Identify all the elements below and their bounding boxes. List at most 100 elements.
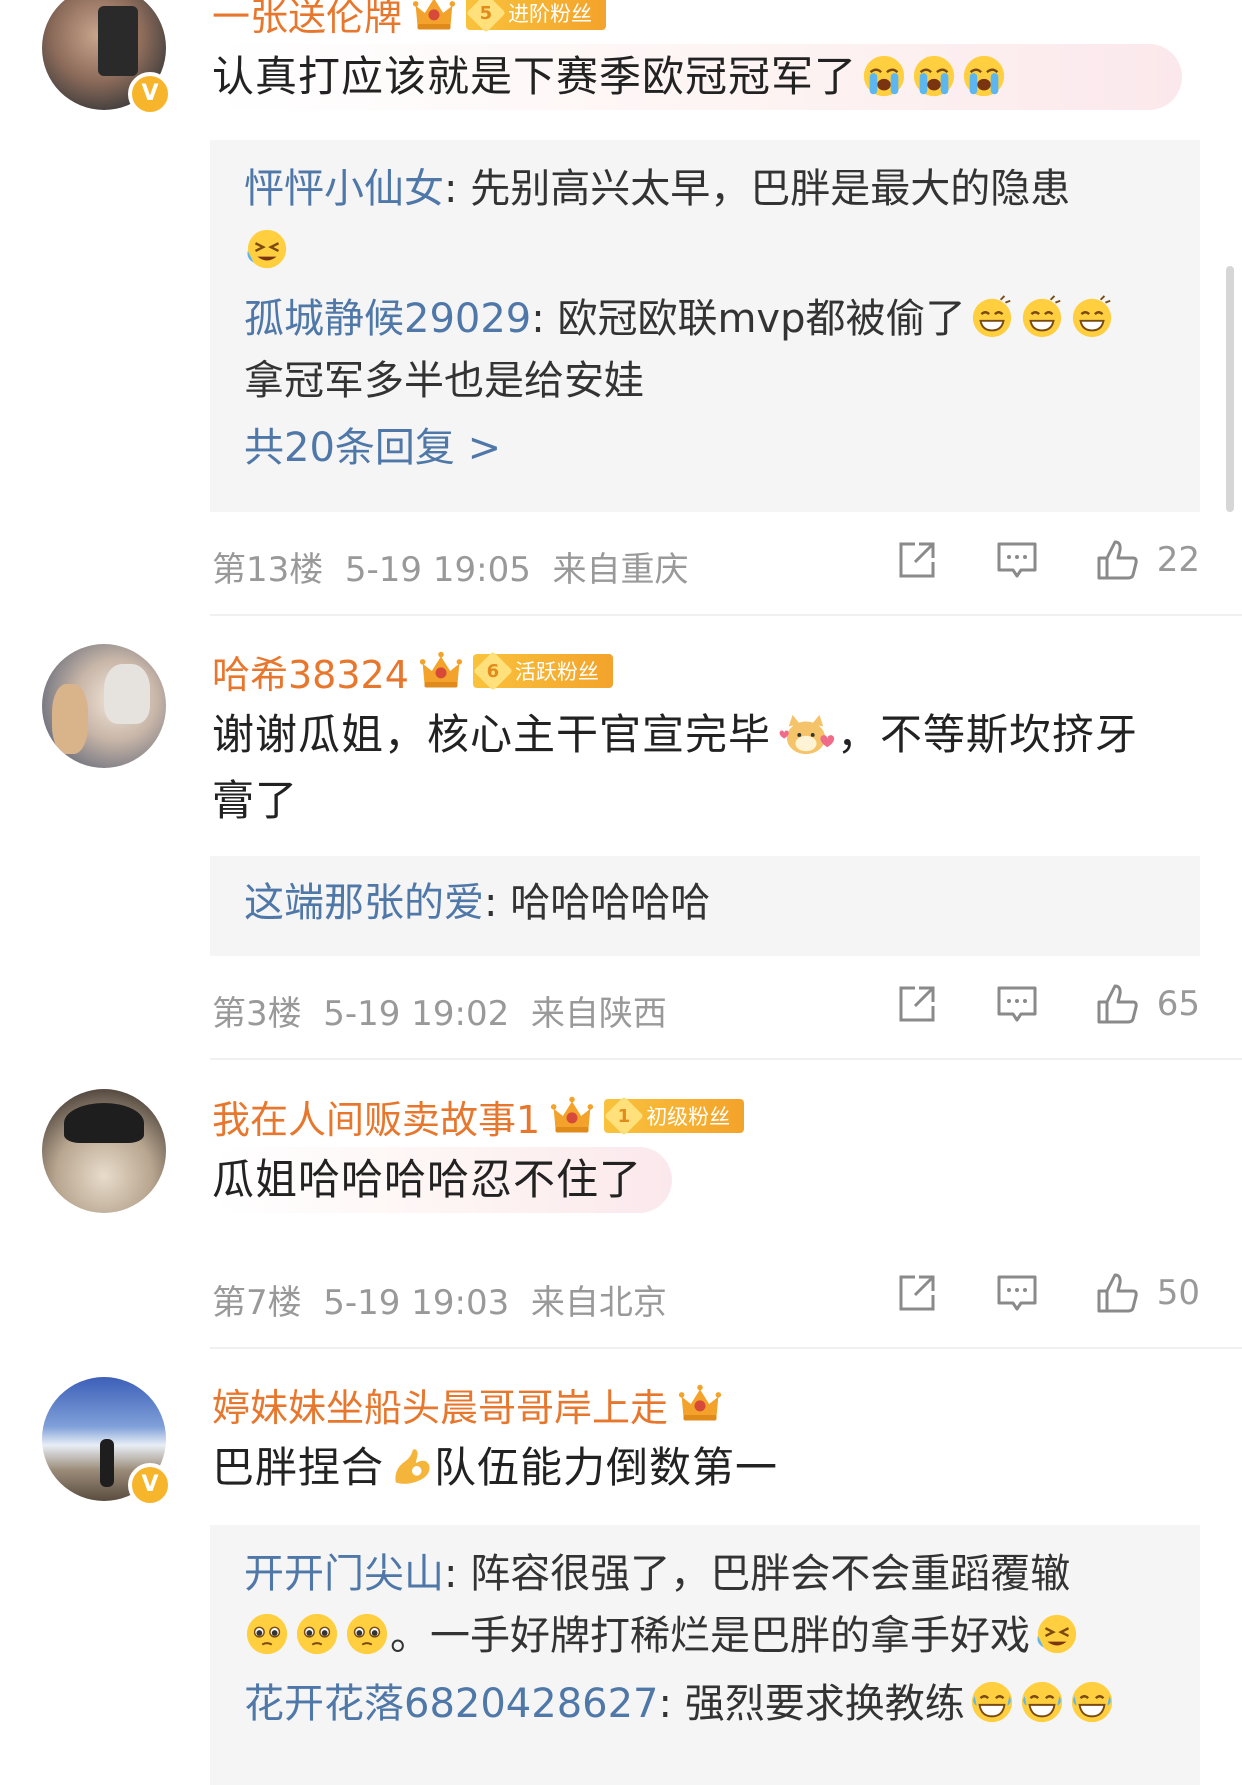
view-all-replies-link[interactable]: 共20条回复 > [244, 418, 1168, 478]
comment-icon[interactable] [995, 982, 1039, 1026]
reply-text: 拿冠军多半也是给安娃 [244, 358, 644, 404]
comment-1: V 一张送伦牌 5 进阶粉丝 认真打应该就是下赛季欧冠冠军了 怦怦小仙女: 先别… [0, 0, 1242, 620]
name-row: 我在人间贩卖故事1 1 初级粉丝 [212, 1089, 745, 1144]
like-icon[interactable] [1095, 538, 1139, 582]
comment-text: 瓜姐哈哈哈哈忍不住了 [212, 1147, 673, 1213]
pleading-emoji [294, 1611, 340, 1657]
reply-username[interactable]: 怦怦小仙女 [244, 166, 444, 212]
avatar[interactable] [42, 1089, 166, 1213]
comment-3: 我在人间贩卖故事1 1 初级粉丝 瓜姐哈哈哈哈忍不住了 第7楼 5-19 19:… [0, 1065, 1242, 1353]
timestamp: 5-19 19:03 [323, 1283, 510, 1323]
crown-icon [412, 0, 456, 35]
reply-item: 孤城静候29029: 欧冠欧联mvp都被偷了 拿冠军多半也是给安娃 [244, 288, 1168, 412]
username[interactable]: 哈希38324 [212, 644, 409, 699]
timestamp: 5-19 19:02 [323, 994, 510, 1034]
grin-emoji [1019, 294, 1065, 340]
comment-text: 巴胖捏合 队伍能力倒数第一 [212, 1443, 779, 1492]
fan-badge[interactable]: 5 进阶粉丝 [466, 0, 607, 33]
reply-text: 先别高兴太早，巴胖是最大的隐患 [470, 166, 1071, 212]
divider [210, 1058, 1242, 1060]
reply-item: 这端那张的爱: 哈哈哈哈哈 [244, 880, 711, 926]
comment-meta: 第3楼 5-19 19:02 来自陕西 [212, 986, 667, 1035]
comment-4: V 婷妹妹坐船头晨哥哥岸上走 巴胖捏合 队伍能力倒数第一 开开门尖山: 阵容很强了… [0, 1353, 1242, 1785]
like-count: 50 [1156, 1273, 1200, 1313]
avatar[interactable] [42, 644, 166, 768]
reply-username[interactable]: 开开门尖山 [244, 1551, 444, 1597]
laugh-tears-emoji [244, 226, 290, 272]
comment-icon[interactable] [995, 538, 1039, 582]
divider [210, 614, 1242, 616]
reply-item: 怦怦小仙女: 先别高兴太早，巴胖是最大的隐患 [244, 158, 1168, 282]
verified-icon: V [128, 72, 172, 116]
fan-badge-label: 进阶粉丝 [508, 2, 593, 26]
fan-level-icon: 6 [473, 651, 513, 691]
username[interactable]: 一张送伦牌 [212, 0, 402, 41]
location: 来自陕西 [530, 994, 667, 1034]
reply-text: 欧冠欧联mvp都被偷了 [557, 296, 966, 342]
laugh-tears-emoji [1034, 1611, 1080, 1657]
reply-box[interactable]: 怦怦小仙女: 先别高兴太早，巴胖是最大的隐患 孤城静候29029: 欧冠欧联mv… [210, 140, 1200, 512]
pleading-emoji [244, 1611, 290, 1657]
comment-text: 认真打应该就是下赛季欧冠冠军了 [212, 44, 1182, 110]
comment-text: 谢谢瓜姐，核心主干官宣完毕 ，不等斯坎挤牙 膏了 [212, 710, 1139, 825]
divider [210, 1347, 1242, 1349]
phone-shape [98, 6, 138, 76]
reply-username[interactable]: 这端那张的爱 [244, 880, 484, 926]
reply-box[interactable]: 这端那张的爱: 哈哈哈哈哈 [210, 856, 1200, 956]
doge-emoji [775, 711, 837, 757]
comment-meta: 第13楼 5-19 19:05 来自重庆 [212, 542, 688, 591]
reply-box[interactable]: 开开门尖山: 阵容很强了，巴胖会不会重蹈覆辙 。一手好牌打稀烂是巴胖的拿手好戏 … [210, 1525, 1200, 1785]
scrollbar[interactable] [1226, 266, 1234, 512]
location: 来自重庆 [552, 550, 689, 590]
like-icon[interactable] [1095, 1271, 1139, 1315]
pleading-emoji [344, 1611, 390, 1657]
hair-shape [52, 684, 88, 754]
crown-icon [678, 1382, 722, 1426]
grin-emoji [1069, 294, 1115, 340]
verified-icon: V [128, 1463, 172, 1507]
floor-number: 第13楼 [212, 550, 324, 590]
action-bar: 22 [839, 538, 1200, 582]
fan-level-icon: 5 [466, 0, 506, 33]
like-count: 65 [1156, 984, 1200, 1024]
fan-badge-label: 初级粉丝 [646, 1105, 731, 1129]
like-icon[interactable] [1095, 982, 1139, 1026]
reply-text: 阵容很强了，巴胖会不会重蹈覆辙 [470, 1551, 1071, 1597]
reply-text: 哈哈哈哈哈 [510, 880, 711, 926]
reply-username[interactable]: 花开花落6820428627 [244, 1681, 659, 1727]
share-icon[interactable] [895, 1271, 939, 1315]
share-icon[interactable] [895, 538, 939, 582]
hat-shape [64, 1103, 144, 1143]
crying-emoji [961, 53, 1007, 99]
location: 来自北京 [530, 1283, 667, 1323]
name-row: 婷妹妹坐船头晨哥哥岸上走 [212, 1377, 722, 1432]
fan-level-icon: 1 [604, 1096, 644, 1136]
username[interactable]: 我在人间贩卖故事1 [212, 1089, 540, 1144]
crying-emoji [861, 53, 907, 99]
comment-icon[interactable] [995, 1271, 1039, 1315]
laugh-emoji [1069, 1679, 1115, 1725]
laugh-emoji [969, 1679, 1015, 1725]
crown-icon [550, 1094, 594, 1138]
hood-shape [104, 664, 150, 724]
like-count: 22 [1156, 540, 1200, 580]
action-bar: 65 [839, 982, 1200, 1026]
grin-emoji [969, 294, 1015, 340]
crown-icon [419, 649, 463, 693]
name-row: 哈希38324 6 活跃粉丝 [212, 644, 613, 699]
name-row: 一张送伦牌 5 进阶粉丝 [212, 0, 607, 41]
username[interactable]: 婷妹妹坐船头晨哥哥岸上走 [212, 1377, 668, 1432]
floor-number: 第7楼 [212, 1283, 302, 1323]
action-bar: 50 [839, 1271, 1200, 1315]
laugh-emoji [1019, 1679, 1065, 1725]
share-icon[interactable] [895, 982, 939, 1026]
fan-badge[interactable]: 1 初级粉丝 [604, 1096, 745, 1136]
reply-text: 。一手好牌打稀烂是巴胖的拿手好戏 [390, 1613, 1030, 1659]
crying-emoji [911, 53, 957, 99]
reply-text: 强烈要求换教练 [684, 1681, 965, 1727]
person-shape [100, 1439, 114, 1487]
timestamp: 5-19 19:05 [344, 550, 531, 590]
fan-badge-label: 活跃粉丝 [514, 660, 599, 684]
reply-username[interactable]: 孤城静候29029 [244, 296, 531, 342]
fan-badge[interactable]: 6 活跃粉丝 [472, 651, 613, 691]
